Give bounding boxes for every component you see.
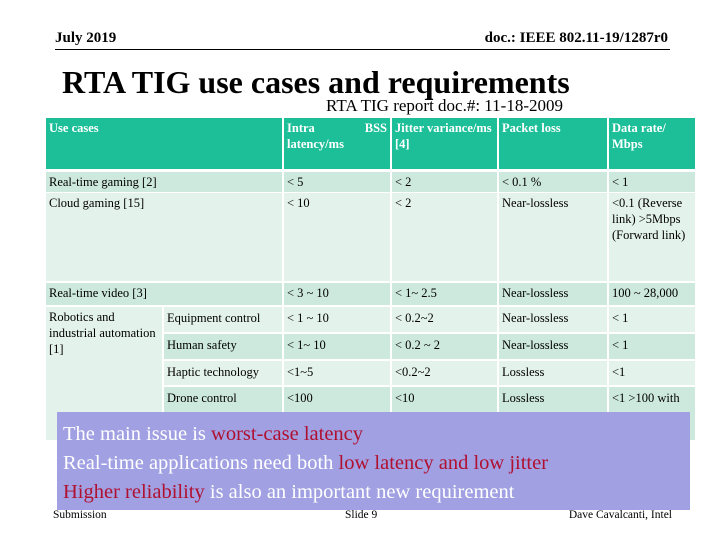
key-point: Higher reliability is also an important … [63,478,684,507]
table-cell: < 2 [392,193,497,281]
col-header: Intra BSS latency/ms [284,118,390,169]
key-point-text: Real-time applications need both [63,452,339,474]
key-point-text: The main issue is [63,423,212,445]
table-cell: < 5 [284,172,390,192]
key-point: The main issue is worst-case latency [63,420,684,449]
key-points-box: The main issue is worst-case latency Rea… [57,412,690,510]
table-cell: < 0.1 % [499,172,607,192]
table-cell: Near-lossless [499,193,607,281]
table-cell: Near-lossless [499,307,607,332]
table-cell: Lossless [499,361,607,385]
table-cell: Near-lossless [499,283,607,305]
footer-slide-number: Slide 9 [345,509,378,521]
table-cell: <0.1 (Reverse link) >5Mbps (Forward link… [609,193,695,281]
table-cell: < 0.2~2 [392,307,497,332]
table-cell: < 3 ~ 10 [284,283,390,305]
table-cell: < 0.2 ~ 2 [392,334,497,359]
table-cell: Human safety [164,334,282,359]
table-cell: Real-time video [3] [46,283,282,305]
key-point-highlight: worst-case latency [211,423,364,445]
table-cell: <1 [609,361,695,385]
table-cell: Haptic technology [164,361,282,385]
key-point: Real-time applications need both low lat… [63,449,684,478]
header-doc: doc.: IEEE 802.11-19/1287r0 [484,30,668,46]
table-cell: < 1~ 10 [284,334,390,359]
key-point-highlight: Higher reliability [63,481,205,503]
table-cell: < 10 [284,193,390,281]
col-header: Use cases [46,118,282,169]
col-header: Jitter variance/ms [4] [392,118,497,169]
slide-subtitle: RTA TIG report doc.#: 11-18-2009 [326,96,563,115]
table-cell: Near-lossless [499,334,607,359]
table-cell: Cloud gaming [15] [46,193,282,281]
table-cell: < 1 [609,172,695,192]
table-cell: <0.2~2 [392,361,497,385]
table-cell: <1~5 [284,361,390,385]
table-cell: < 1 [609,334,695,359]
col-header: Data rate/ Mbps [609,118,695,169]
header-divider [55,49,670,50]
table-cell: < 1 ~ 10 [284,307,390,332]
table-cell: Real-time gaming [2] [46,172,282,192]
table-cell: Equipment control [164,307,282,332]
table-cell: < 1~ 2.5 [392,283,497,305]
footer-submission: Submission [53,509,107,521]
footer-author: Dave Cavalcanti, Intel [568,509,672,521]
key-point-highlight: low latency and low jitter [338,452,549,474]
key-point-text: is also an important new requirement [204,481,515,503]
table-cell: 100 ~ 28,000 [609,283,695,305]
table-cell: < 1 [609,307,695,332]
table-cell: < 2 [392,172,497,192]
header-date: July 2019 [55,30,117,46]
col-header: Packet loss [499,118,607,169]
